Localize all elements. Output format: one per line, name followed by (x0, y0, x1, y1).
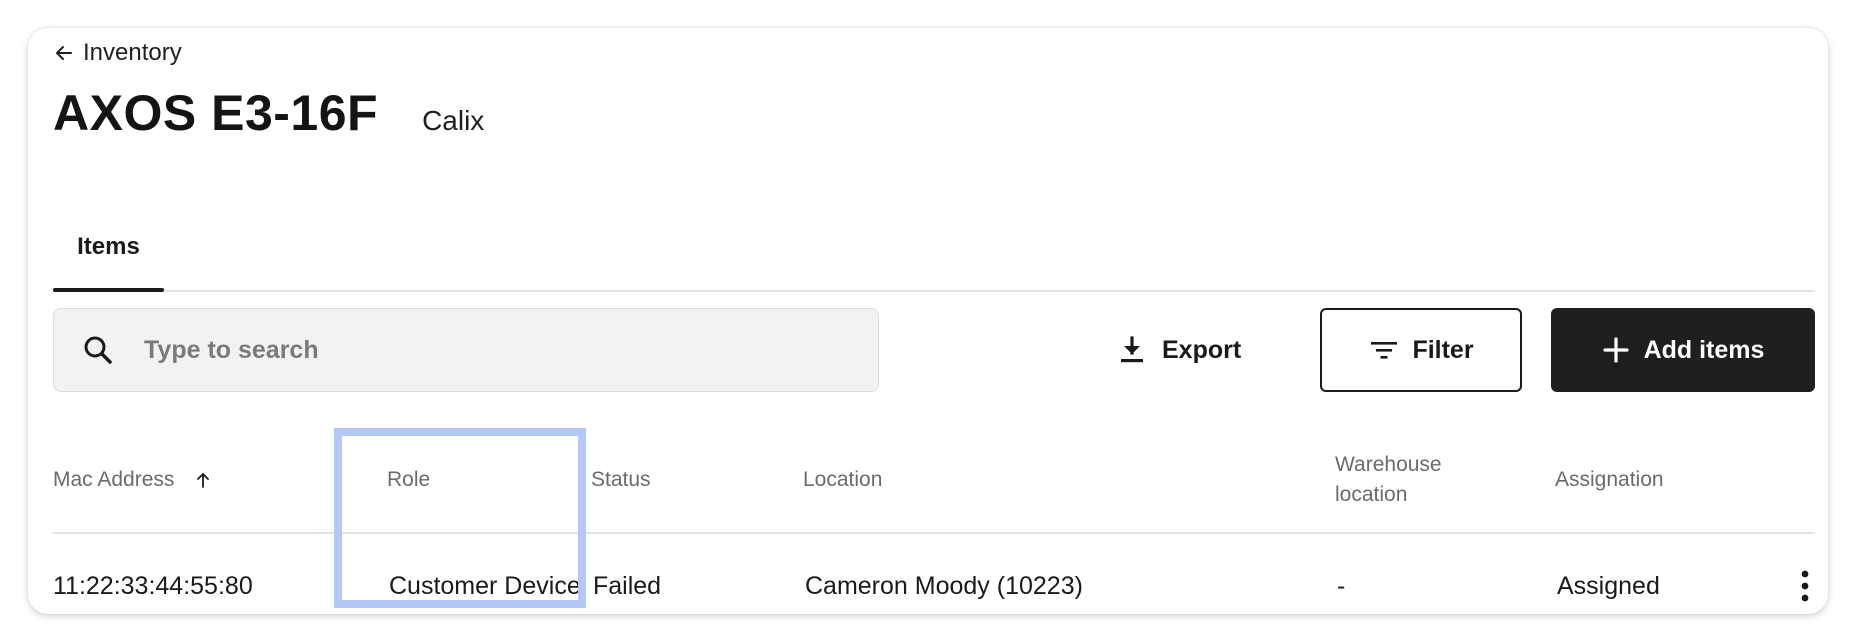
filter-button[interactable]: Filter (1320, 308, 1522, 392)
plus-icon (1602, 336, 1630, 364)
export-button[interactable]: Export (1116, 324, 1241, 376)
row-actions-button[interactable] (1795, 566, 1815, 606)
items-table: Mac Address Role Status Location Warehou… (53, 428, 1815, 614)
table-header: Mac Address Role Status Location Warehou… (53, 428, 1815, 534)
page-title: AXOS E3-16F (53, 85, 379, 141)
column-label: Mac Address (53, 468, 175, 491)
title-row: AXOS E3-16F Calix (53, 84, 484, 142)
column-label: Assignation (1555, 468, 1664, 491)
search-icon (80, 332, 116, 368)
tab-bar: Items (53, 204, 1815, 292)
table-row[interactable]: 11:22:33:44:55:80 Customer Device Failed… (53, 534, 1815, 614)
column-header-mac-address[interactable]: Mac Address (53, 428, 212, 532)
cell-assignation: Assigned (1557, 571, 1660, 600)
column-label: Warehouse location (1335, 453, 1442, 506)
more-vertical-icon (1800, 569, 1810, 603)
inventory-item-card: Inventory AXOS E3-16F Calix Items Expor (28, 28, 1828, 614)
column-header-role[interactable]: Role (387, 428, 430, 532)
back-to-inventory-link[interactable]: Inventory (53, 38, 182, 68)
filter-label: Filter (1412, 335, 1474, 364)
column-label: Role (387, 468, 431, 491)
tab-items[interactable]: Items (53, 204, 164, 292)
search-box[interactable] (53, 308, 879, 392)
column-header-warehouse-location[interactable]: Warehouse location (1335, 428, 1465, 532)
arrow-up-icon[interactable] (194, 471, 212, 489)
column-header-status[interactable]: Status (591, 428, 651, 532)
cell-role: Customer Device (389, 571, 581, 600)
column-header-location[interactable]: Location (803, 428, 882, 532)
back-link-label: Inventory (83, 39, 182, 66)
active-tab-indicator (53, 288, 164, 292)
column-header-assignation[interactable]: Assignation (1555, 428, 1664, 532)
cell-warehouse-location: - (1337, 571, 1346, 600)
vendor-label: Calix (422, 105, 485, 136)
filter-icon (1368, 334, 1400, 366)
cell-mac-address: 11:22:33:44:55:80 (53, 571, 253, 600)
export-label: Export (1162, 335, 1242, 364)
add-items-button[interactable]: Add items (1551, 308, 1815, 392)
search-input[interactable] (142, 334, 826, 366)
cell-status: Failed (593, 571, 662, 600)
add-items-label: Add items (1643, 335, 1765, 364)
cell-location: Cameron Moody (10223) (805, 571, 1083, 600)
arrow-left-icon (53, 42, 75, 64)
column-label: Status (591, 468, 651, 491)
tab-items-label: Items (77, 233, 140, 260)
download-icon (1116, 334, 1148, 366)
column-label: Location (803, 468, 883, 491)
